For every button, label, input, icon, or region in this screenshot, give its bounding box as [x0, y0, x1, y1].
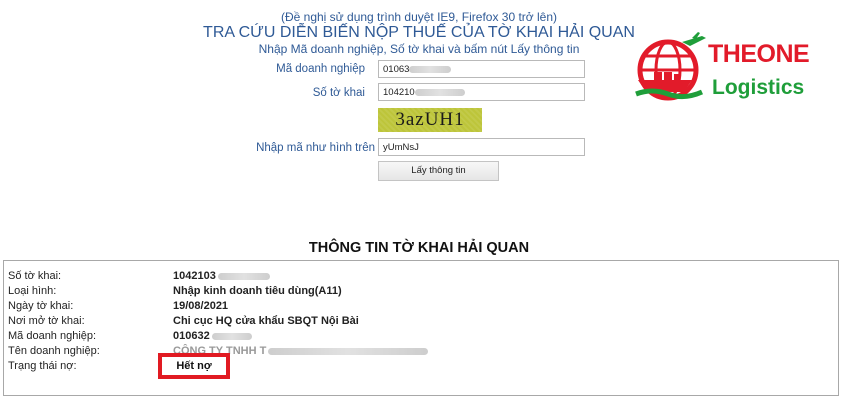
declaration-number-label: Số tờ khai	[312, 87, 365, 99]
info-label: Ngày tờ khai:	[8, 300, 74, 312]
captcha-image: 3azUH1	[378, 108, 482, 132]
logo-text-logistics: Logistics	[712, 76, 805, 99]
info-label: Trạng thái nợ:	[8, 360, 77, 372]
captcha-input-value: yUmNsJ	[383, 142, 419, 153]
company-code-value: 01063	[383, 64, 410, 75]
declaration-number-value: 104210	[383, 87, 415, 98]
globe-ship-icon	[635, 32, 706, 101]
info-label: Tên doanh nghiệp:	[8, 345, 100, 357]
redacted-blur	[409, 65, 452, 73]
info-value: 1042103	[173, 270, 216, 282]
debt-status-badge: Hết nợ	[158, 353, 230, 379]
info-label: Số tờ khai:	[8, 270, 62, 282]
redacted-blur	[414, 88, 465, 96]
company-code-label: Mã doanh nghiệp	[276, 63, 365, 75]
info-value: 19/08/2021	[173, 300, 229, 312]
redacted-blur	[211, 332, 252, 340]
redacted-blur	[268, 347, 429, 355]
info-value: 010632	[173, 330, 210, 342]
browser-note: (Đề nghị sử dụng trình duyệt IE9, Firefo…	[280, 10, 558, 24]
company-code-input[interactable]: 01063	[378, 60, 585, 78]
info-label: Nơi mở tờ khai:	[8, 315, 85, 327]
declaration-number-input[interactable]: 104210	[378, 83, 585, 101]
get-info-button[interactable]: Lấy thông tin	[378, 161, 499, 181]
theone-logistics-logo: THEONE Logistics	[632, 30, 832, 110]
logo-text-theone: THEONE	[708, 40, 810, 68]
redacted-blur	[217, 272, 270, 280]
info-label: Mã doanh nghiệp:	[8, 330, 97, 342]
info-label: Loại hình:	[8, 285, 57, 297]
captcha-input[interactable]: yUmNsJ	[378, 138, 585, 156]
declaration-info-title: THÔNG TIN TỜ KHAI HẢI QUAN	[308, 240, 530, 256]
info-value: Nhập kinh doanh tiêu dùng(A11)	[173, 285, 342, 297]
info-value: Chi cục HQ cửa khẩu SBQT Nội Bài	[173, 315, 359, 327]
captcha-label: Nhập mã như hình trên	[256, 142, 375, 154]
